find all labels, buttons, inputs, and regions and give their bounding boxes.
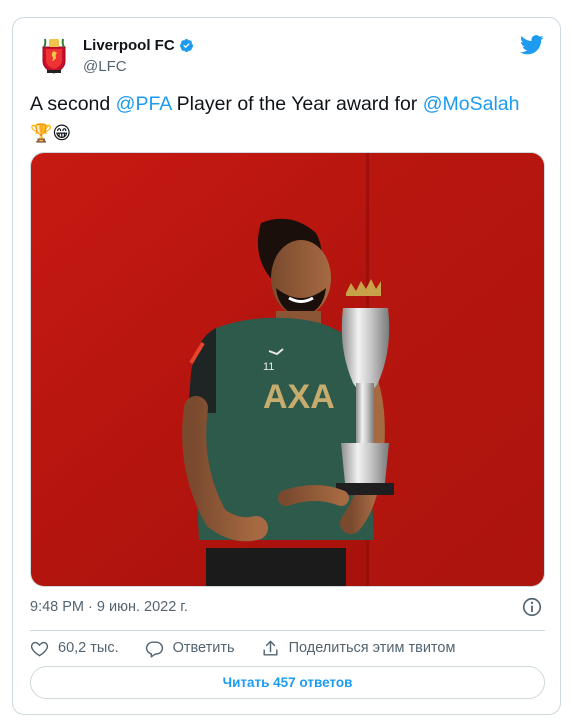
trophy-emoji-icon: 🏆 (30, 123, 53, 143)
share-icon (263, 640, 278, 656)
reply-label: Ответить (172, 640, 235, 656)
share-label: Поделиться этим твитом (288, 640, 456, 656)
tweet-text-part: A second (30, 93, 116, 115)
tweet-card: Liverpool FC @LFC A second @PFA Player o… (12, 17, 561, 715)
info-icon[interactable] (521, 596, 543, 618)
mention-pfa-link[interactable]: @PFA (116, 93, 172, 115)
lfc-crest-icon[interactable] (39, 35, 69, 75)
tweet-text: A second @PFA Player of the Year award f… (30, 91, 545, 145)
mention-mosalah-link[interactable]: @MoSalah (423, 93, 520, 115)
reply-bubble-icon (145, 640, 163, 658)
verified-badge-icon (179, 38, 193, 53)
heart-icon (30, 641, 49, 656)
shirt-number-text: 11 (263, 361, 274, 373)
like-count: 60,2 тыс. (58, 640, 119, 656)
author-handle[interactable]: @LFC (83, 58, 127, 75)
tweet-timestamp[interactable]: 9:48 PM · 9 июн. 2022 г. (30, 599, 188, 615)
author-name-row[interactable]: Liverpool FC (83, 37, 194, 54)
author-name[interactable]: Liverpool FC (83, 37, 175, 54)
share-button[interactable]: Поделиться этим твитом (261, 639, 456, 658)
tweet-photo[interactable]: AXA 11 (30, 152, 545, 587)
salah-trophy-photo: AXA 11 (31, 153, 544, 586)
read-replies-button[interactable]: Читать 457 ответов (30, 666, 545, 699)
twitter-logo-icon[interactable] (520, 35, 544, 55)
actions-divider (30, 630, 545, 631)
tweet-text-part: Player of the Year award for (171, 93, 423, 115)
grin-emoji-icon: 😁 (52, 123, 72, 143)
shirt-sponsor-text: AXA (263, 378, 335, 416)
tweet-header: Liverpool FC @LFC (13, 18, 560, 93)
like-button[interactable]: 60,2 тыс. (30, 639, 119, 658)
reply-button[interactable]: Ответить (145, 639, 235, 658)
tweet-actions-bar: 60,2 тыс. Ответить Поделиться этим твито… (30, 637, 481, 659)
